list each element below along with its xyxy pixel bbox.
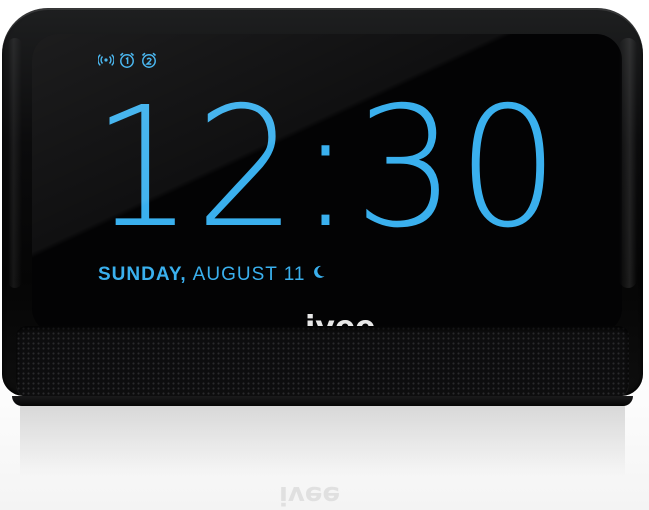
status-icon-row xyxy=(98,51,158,69)
reflected-brand-logo: ivee xyxy=(279,480,341,510)
alarm-2-icon xyxy=(140,51,158,69)
calendar-date: AUGUST 11 xyxy=(192,264,306,285)
clock-display: 12:30 SUNDAY, AUGUST 11 ivee xyxy=(32,34,622,334)
wireless-icon xyxy=(98,52,114,68)
speaker-grille xyxy=(16,326,629,400)
moon-icon xyxy=(312,264,326,286)
product-photo: ivee 12:30 SUNDAY, AUGUST 11 ivee xyxy=(0,0,649,510)
clock-time: 12:30 xyxy=(92,72,561,265)
alarm-clock-device: 12:30 SUNDAY, AUGUST 11 ivee xyxy=(2,8,643,406)
day-of-week: SUNDAY, xyxy=(98,264,187,285)
date-line: SUNDAY, AUGUST 11 xyxy=(98,264,326,286)
alarm-1-icon xyxy=(118,51,136,69)
device-base xyxy=(12,396,633,406)
